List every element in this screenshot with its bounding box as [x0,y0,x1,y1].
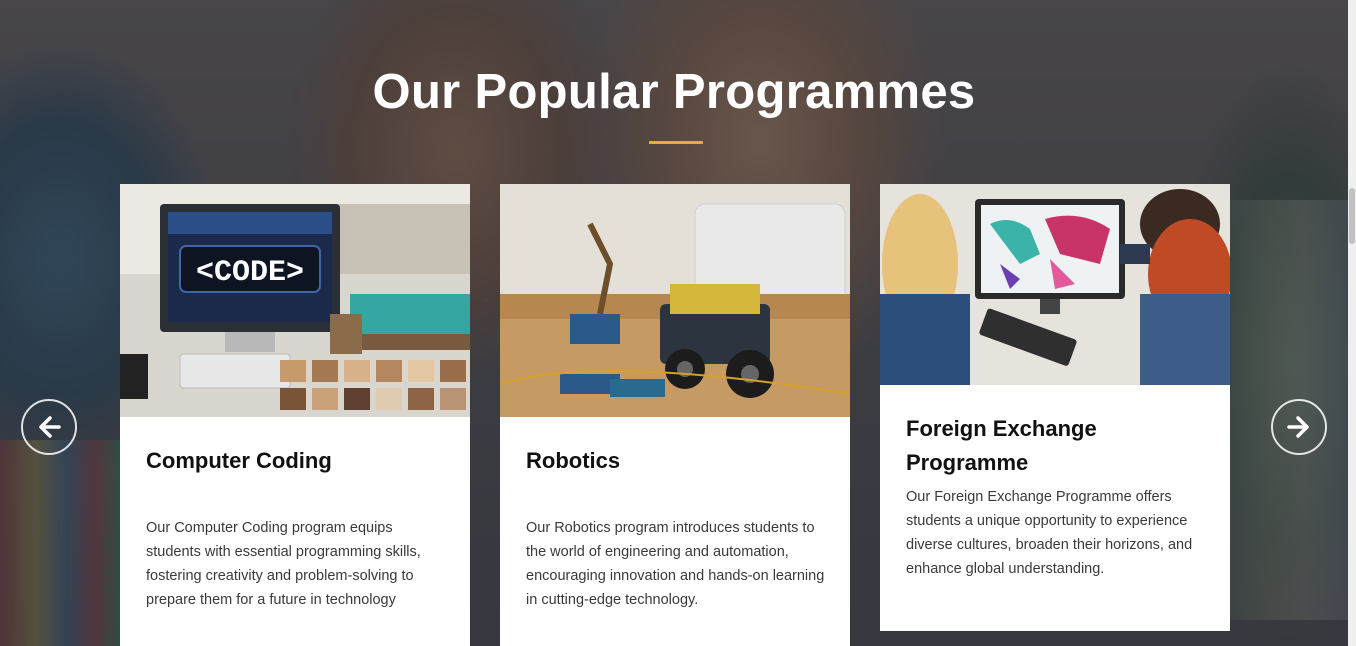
section-title: Our Popular Programmes [372,65,976,119]
card-description: Our Foreign Exchange Programme offers st… [906,489,1193,577]
carousel-prev-button[interactable] [21,399,77,455]
scrollbar-thumb[interactable] [1349,188,1355,244]
card-title[interactable]: Robotics [526,444,620,478]
card-title[interactable]: Computer Coding [146,444,332,478]
card-title[interactable]: Foreign Exchange Programme [906,412,1206,480]
arrow-left-icon [39,416,61,438]
page-scrollbar[interactable] [1348,0,1356,646]
programme-card-computer-coding[interactable]: <CODE> Computer Coding Our Computer Codi… [120,184,470,646]
foreign-exchange-image [880,184,1230,385]
programme-card-foreign-exchange[interactable]: Foreign Exchange Programme Our Foreign E… [880,184,1230,631]
carousel-dot [483,297,488,302]
title-underline [649,141,703,144]
card-description: Our Computer Coding program equips stude… [146,520,421,608]
card-description: Our Robotics program introduces students… [526,520,825,608]
robotics-image [500,184,850,417]
computer-coding-image: <CODE> [120,184,470,417]
carousel-dot [863,282,868,287]
code-screen-text: <CODE> [196,256,304,290]
arrow-right-icon [1287,416,1309,438]
carousel-next-button[interactable] [1271,399,1327,455]
programme-card-robotics[interactable]: Robotics Our Robotics program introduces… [500,184,850,646]
